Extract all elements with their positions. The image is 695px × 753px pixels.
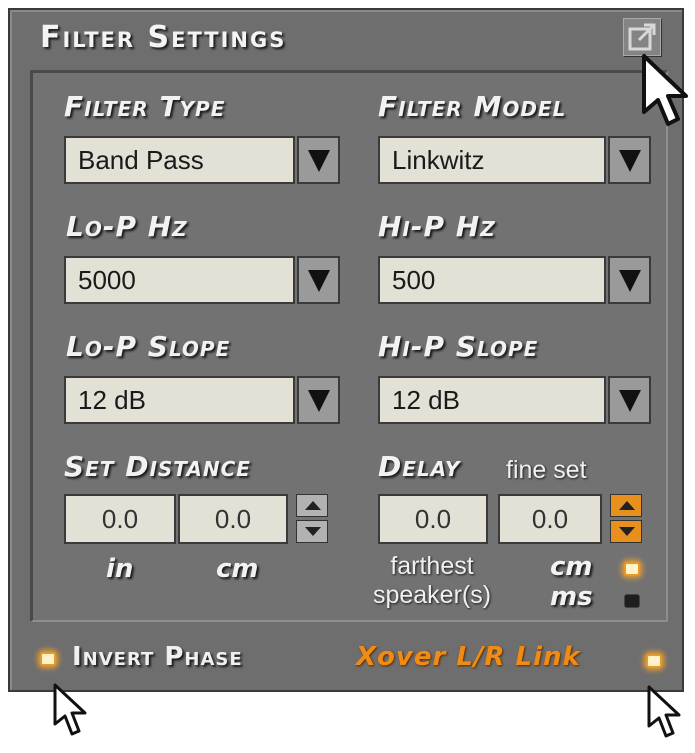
invert-phase-label[interactable]: Invert Phase (72, 642, 243, 672)
filter-type-label: Filter Type (64, 90, 226, 123)
popout-button[interactable] (623, 18, 661, 56)
delay-fine-stepper[interactable] (610, 494, 642, 544)
hi-p-hz-label: Hi-P Hz (378, 210, 496, 243)
dropdown-arrow-icon (619, 270, 641, 292)
farthest-speaker-button[interactable]: farthest speaker(s) (352, 552, 512, 610)
xover-link-toggle[interactable] (646, 654, 662, 668)
stepper-up-icon[interactable] (296, 494, 328, 517)
xover-link-label[interactable]: Xover L/R Link (356, 642, 581, 672)
stepper-down-icon[interactable] (296, 520, 328, 543)
stepper-down-icon[interactable] (610, 520, 642, 543)
filter-type-dropdown[interactable]: Band Pass (64, 136, 340, 184)
filter-model-label: Filter Model (378, 90, 567, 123)
distance-in-field[interactable]: 0.0 (64, 494, 176, 544)
filter-type-arrow-button[interactable] (297, 136, 340, 184)
distance-cm-field[interactable]: 0.0 (178, 494, 288, 544)
lo-p-hz-value[interactable]: 5000 (64, 256, 295, 304)
mouse-cursor-icon (642, 54, 688, 126)
filter-type-value[interactable]: Band Pass (64, 136, 295, 184)
farthest-line1: farthest (390, 552, 474, 580)
stepper-up-icon[interactable] (610, 494, 642, 517)
delay-field[interactable]: 0.0 (378, 494, 488, 544)
hi-p-slope-dropdown[interactable]: 12 dB (378, 376, 651, 424)
delay-fine-field[interactable]: 0.0 (498, 494, 602, 544)
hi-p-slope-label: Hi-P Slope (378, 330, 539, 363)
hi-p-hz-dropdown[interactable]: 500 (378, 256, 651, 304)
fine-set-label: fine set (506, 456, 587, 484)
invert-phase-toggle[interactable] (40, 652, 56, 666)
hi-p-hz-arrow-button[interactable] (608, 256, 651, 304)
lo-p-slope-value[interactable]: 12 dB (64, 376, 295, 424)
dropdown-arrow-icon (619, 390, 641, 412)
delay-unit-cm-label: cm (550, 552, 593, 582)
delay-unit-ms-toggle[interactable] (624, 594, 640, 608)
dropdown-arrow-icon (308, 150, 330, 172)
dropdown-arrow-icon (308, 390, 330, 412)
farthest-line2: speaker(s) (372, 581, 492, 609)
dropdown-arrow-icon (308, 270, 330, 292)
filter-model-dropdown[interactable]: Linkwitz (378, 136, 651, 184)
filter-model-arrow-button[interactable] (608, 136, 651, 184)
lo-p-hz-arrow-button[interactable] (297, 256, 340, 304)
hi-p-slope-value[interactable]: 12 dB (378, 376, 606, 424)
distance-stepper[interactable] (296, 494, 328, 544)
hi-p-slope-arrow-button[interactable] (608, 376, 651, 424)
filter-model-value[interactable]: Linkwitz (378, 136, 606, 184)
hi-p-hz-value[interactable]: 500 (378, 256, 606, 304)
distance-cm-unit: cm (216, 554, 259, 584)
lo-p-slope-label: Lo-P Slope (66, 330, 231, 363)
distance-in-unit: in (106, 554, 134, 584)
panel-title: Filter Settings (40, 20, 287, 55)
mouse-cursor-icon (53, 683, 87, 736)
lo-p-slope-arrow-button[interactable] (297, 376, 340, 424)
delay-label: Delay (378, 450, 461, 483)
popout-icon (628, 23, 656, 51)
mouse-cursor-icon (647, 685, 681, 738)
delay-unit-cm-toggle[interactable] (624, 562, 640, 576)
delay-unit-ms-label: ms (550, 582, 593, 612)
lo-p-slope-dropdown[interactable]: 12 dB (64, 376, 340, 424)
lo-p-hz-dropdown[interactable]: 5000 (64, 256, 340, 304)
set-distance-label: Set Distance (64, 450, 251, 483)
lo-p-hz-label: Lo-P Hz (66, 210, 188, 243)
dropdown-arrow-icon (619, 150, 641, 172)
